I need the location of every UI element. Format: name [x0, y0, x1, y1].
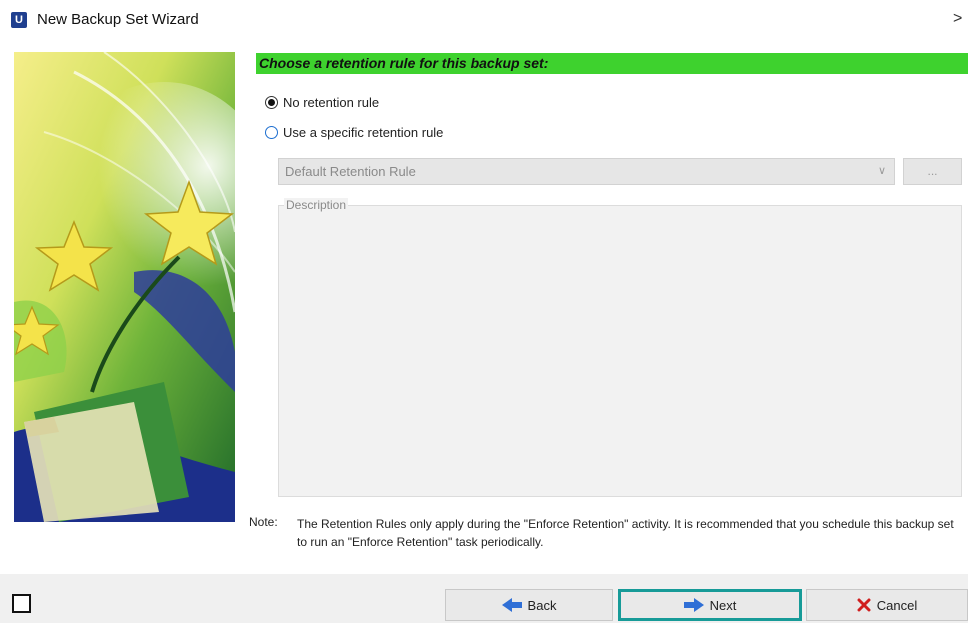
app-icon: U	[11, 12, 27, 28]
note-text: The Retention Rules only apply during th…	[297, 517, 954, 549]
description-box	[278, 205, 962, 497]
cancel-button-label: Cancel	[876, 597, 918, 613]
retention-rule-select-value: Default Retention Rule	[285, 164, 416, 179]
retention-rule-select[interactable]: Default Retention Rule ∨	[278, 158, 895, 185]
no-retention-rule-label: No retention rule	[283, 95, 380, 110]
stars-folder-illustration	[14, 52, 235, 522]
window-toggle-icon[interactable]	[12, 594, 31, 613]
specific-retention-rule-radio[interactable]	[265, 126, 278, 139]
back-arrow-icon	[501, 598, 522, 612]
window-title: New Backup Set Wizard	[37, 11, 199, 28]
chevron-down-icon: ∨	[877, 165, 886, 177]
next-button-label: Next	[709, 597, 737, 613]
next-button[interactable]: Next	[618, 589, 802, 621]
cancel-button[interactable]: Cancel	[806, 589, 968, 621]
no-retention-rule-radio[interactable]	[265, 96, 278, 109]
specific-retention-rule-option[interactable]: Use a specific retention rule	[265, 125, 443, 140]
note-label: Note:	[249, 515, 278, 529]
wizard-banner-image	[14, 52, 235, 522]
next-arrow-icon	[683, 598, 704, 612]
back-button[interactable]: Back	[445, 589, 613, 621]
close-icon[interactable]: >	[953, 10, 962, 28]
browse-rules-button[interactable]: ...	[903, 158, 962, 185]
description-label: Description	[284, 198, 349, 212]
cancel-x-icon	[857, 598, 871, 612]
no-retention-rule-option[interactable]: No retention rule	[265, 95, 379, 110]
title-bar: U New Backup Set Wizard >	[0, 0, 968, 42]
step-header: Choose a retention rule for this backup …	[256, 53, 968, 74]
back-button-label: Back	[527, 597, 557, 613]
specific-retention-rule-label: Use a specific retention rule	[283, 125, 444, 140]
